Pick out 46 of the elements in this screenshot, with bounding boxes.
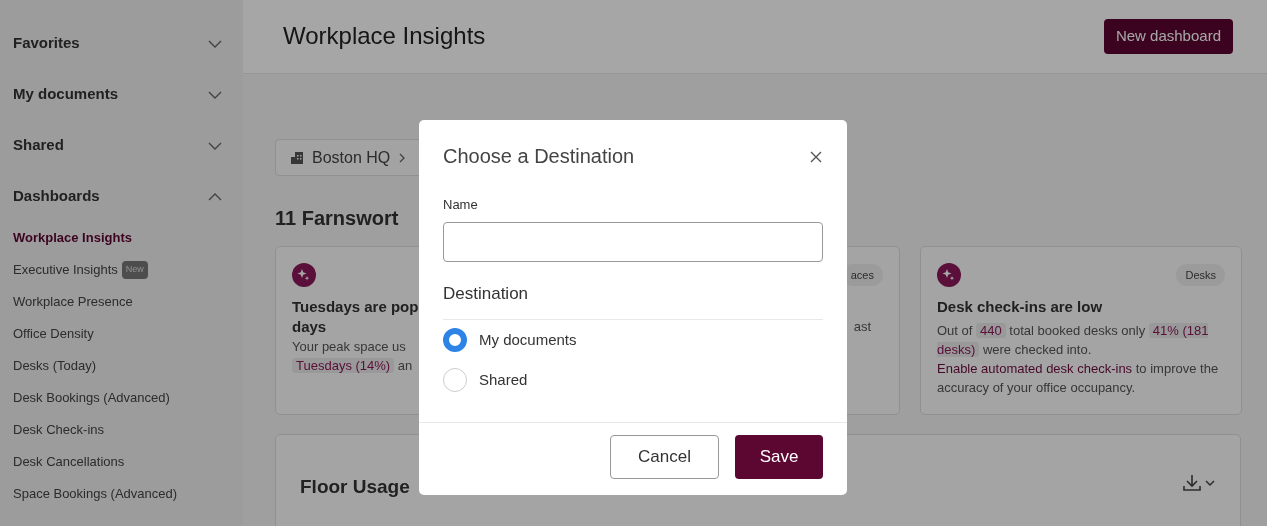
radio-label[interactable]: Shared (479, 368, 528, 392)
sparkle-icon (937, 263, 961, 287)
download-button[interactable] (1182, 473, 1216, 493)
card-text: Tuesdays (14%) an (292, 356, 413, 375)
sidebar-item[interactable]: Desk Check-ins (13, 414, 243, 446)
field-label: Name (443, 196, 479, 214)
new-badge: New (121, 261, 148, 279)
sidebar-item[interactable]: Space Bookings (Advanced) (13, 478, 243, 510)
sidebar-item[interactable]: Workplace Insights (13, 222, 243, 254)
close-icon (809, 149, 823, 164)
download-icon (1182, 473, 1202, 493)
card-title: Tuesdays are pop (292, 297, 420, 317)
card-text: Your peak space us (292, 338, 406, 356)
caret-icon (1204, 478, 1216, 488)
sidebar-item[interactable]: Office Density (13, 318, 243, 350)
sidebar-item[interactable]: Desks (Today) (13, 350, 243, 382)
sidebar-item[interactable]: Executive Insights (13, 260, 118, 280)
sidebar-item[interactable]: Desk Bookings (Advanced) (13, 382, 243, 414)
sidebar-item[interactable]: Desk Cancellations (13, 446, 243, 478)
card-text: Out of 440 total booked desks only 41% (181 desks) were checked into. Enable automated desk check-ins to improve the accuracy of your office occupancy. (937, 322, 1220, 397)
sidebar-item[interactable]: Workplace Presence (13, 286, 243, 318)
card-text: ast (853, 318, 871, 336)
section-heading: 11 Farnswort (275, 206, 399, 231)
card-title: days (292, 317, 328, 337)
building-icon (290, 150, 304, 165)
radio-button[interactable] (443, 368, 467, 392)
sidebar-section-header[interactable]: Dashboards (13, 171, 243, 222)
save-button[interactable]: Save (735, 435, 823, 479)
page-title: Workplace Insights (283, 22, 486, 51)
sidebar-section-header[interactable]: Favorites (13, 18, 243, 69)
card-title: Desk check-ins are low (937, 297, 1104, 317)
sidebar-section-header[interactable]: Shared (13, 120, 243, 171)
breadcrumb-item[interactable]: Boston HQ (312, 145, 391, 170)
category-tag: Desks (1176, 263, 1225, 287)
radio-button[interactable] (443, 328, 467, 352)
sparkle-icon (292, 263, 316, 287)
card-title: Floor Usage (300, 475, 410, 499)
new-dashboard-button[interactable]: New dashboard (1103, 19, 1233, 54)
link[interactable]: Enable automated desk check-ins (937, 361, 1133, 376)
chevron-right-icon (398, 151, 407, 164)
radio-label[interactable]: My documents (479, 328, 577, 352)
cancel-button[interactable]: Cancel (610, 435, 719, 479)
section-label: Destination (443, 280, 823, 320)
sidebar-section-header[interactable]: My documents (13, 69, 243, 120)
input-field[interactable] (443, 221, 823, 262)
dialog-title: Choose a Destination (443, 144, 635, 168)
